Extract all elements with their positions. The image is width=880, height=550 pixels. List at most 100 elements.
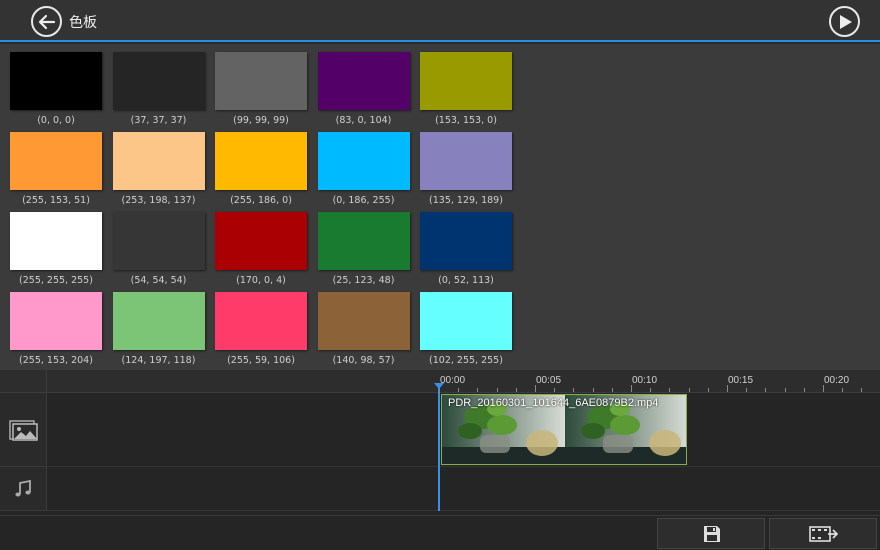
color-swatch-cell[interactable]: (135, 129, 189) (420, 132, 512, 208)
color-swatch[interactable] (215, 132, 307, 190)
video-clip[interactable]: PDR_20160301_101644_6AE0879B2.mp4 (441, 394, 687, 465)
color-swatch-cell[interactable]: (83, 0, 104) (317, 52, 410, 128)
ruler-tick (554, 388, 556, 392)
color-swatch-label: (140, 98, 57) (332, 355, 395, 366)
color-swatch-label: (0, 0, 0) (37, 115, 75, 126)
color-swatch[interactable] (317, 132, 410, 190)
ruler-tick (535, 385, 536, 392)
image-video-track-icon (9, 420, 38, 441)
color-swatch-label: (124, 197, 118) (121, 355, 196, 366)
color-swatch[interactable] (317, 292, 410, 350)
save-button[interactable] (657, 518, 765, 549)
color-swatch[interactable] (112, 132, 205, 190)
color-swatch-label: (170, 0, 4) (236, 275, 286, 286)
timeline: 00:00 00:05 00:10 00:15 00:20 PDR_201603… (0, 370, 880, 515)
back-button[interactable] (31, 6, 62, 37)
color-swatch-cell[interactable]: (140, 98, 57) (317, 292, 410, 368)
color-swatch-cell[interactable]: (0, 186, 255) (317, 132, 410, 208)
ruler-tick (650, 388, 652, 392)
audio-track-header (0, 467, 47, 511)
save-icon (704, 526, 720, 542)
color-swatch-cell[interactable]: (25, 123, 48) (317, 212, 410, 288)
color-swatch-label: (255, 153, 51) (22, 195, 90, 206)
color-swatch[interactable] (420, 212, 512, 270)
tick-label: 00:20 (824, 375, 850, 386)
ruler-tick (496, 388, 498, 392)
color-swatch-label: (0, 52, 113) (438, 275, 494, 286)
video-track-header (0, 393, 47, 467)
export-button[interactable] (769, 518, 877, 549)
color-swatch-label: (255, 153, 204) (19, 355, 93, 366)
ruler-tick (823, 385, 824, 392)
export-video-icon (809, 526, 839, 542)
tick-label: 00:15 (728, 375, 754, 386)
color-swatch-cell[interactable]: (54, 54, 54) (112, 212, 205, 288)
back-arrow-icon (38, 14, 56, 30)
color-swatch-cell[interactable]: (37, 37, 37) (112, 52, 205, 128)
color-swatch[interactable] (317, 212, 410, 270)
bottom-bar (0, 515, 880, 550)
color-swatch-cell[interactable]: (124, 197, 118) (112, 292, 205, 368)
color-swatch-cell[interactable]: (153, 153, 0) (420, 52, 512, 128)
color-swatch-label: (25, 123, 48) (332, 275, 395, 286)
ruler-tick (573, 388, 575, 392)
color-palette: (0, 0, 0) (37, 37, 37) (99, 99, 99) (83, 0,… (0, 44, 880, 370)
color-swatch-label: (153, 153, 0) (435, 115, 497, 126)
color-swatch-label: (255, 186, 0) (230, 195, 292, 206)
color-swatch[interactable] (10, 212, 102, 270)
color-swatch[interactable] (420, 52, 512, 110)
color-swatch[interactable] (215, 52, 307, 110)
color-swatch-cell[interactable]: (255, 153, 51) (10, 132, 102, 208)
ruler-tick (669, 388, 671, 392)
color-swatch-cell[interactable]: (255, 153, 204) (10, 292, 102, 368)
color-swatch[interactable] (10, 52, 102, 110)
color-swatch[interactable] (10, 292, 102, 350)
color-swatch-label: (83, 0, 104) (335, 115, 392, 126)
tick-label: 00:10 (632, 375, 658, 386)
ruler-tick (458, 388, 460, 392)
tick-label: 00:05 (536, 375, 562, 386)
color-swatch[interactable] (215, 212, 307, 270)
color-swatch[interactable] (10, 132, 102, 190)
color-swatch[interactable] (420, 132, 512, 190)
color-swatch-cell[interactable]: (255, 186, 0) (215, 132, 307, 208)
color-swatch[interactable] (215, 292, 307, 350)
color-swatch-cell[interactable]: (255, 255, 255) (10, 212, 102, 288)
color-swatch-label: (102, 255, 255) (429, 355, 503, 366)
ruler-tick (861, 388, 863, 392)
color-swatch-cell[interactable]: (170, 0, 4) (215, 212, 307, 288)
ruler-tick (784, 388, 786, 392)
ruler-tick (707, 388, 709, 392)
ruler-tick (515, 388, 517, 392)
ruler-tick (765, 388, 767, 392)
color-swatch[interactable] (420, 292, 512, 350)
ruler-corner (0, 370, 47, 393)
color-swatch[interactable] (112, 212, 205, 270)
page-title: 色板 (69, 15, 97, 31)
color-swatch-label: (54, 54, 54) (130, 275, 187, 286)
audio-track[interactable] (47, 467, 880, 511)
color-swatch-label: (37, 37, 37) (130, 115, 187, 126)
color-swatch[interactable] (112, 52, 205, 110)
color-swatch[interactable] (317, 52, 410, 110)
color-swatch-cell[interactable]: (0, 52, 113) (420, 212, 512, 288)
time-ruler[interactable]: 00:00 00:05 00:10 00:15 00:20 (47, 370, 880, 393)
play-icon (840, 15, 852, 29)
color-swatch-label: (255, 255, 255) (19, 275, 93, 286)
color-swatch-label: (253, 198, 137) (121, 195, 196, 206)
play-button[interactable] (829, 6, 860, 37)
playhead[interactable] (438, 384, 440, 511)
ruler-tick (727, 385, 728, 392)
color-swatch-cell[interactable]: (253, 198, 137) (112, 132, 205, 208)
color-swatch-cell[interactable]: (255, 59, 106) (215, 292, 307, 368)
color-swatch-label: (255, 59, 106) (227, 355, 295, 366)
color-swatch-cell[interactable]: (99, 99, 99) (215, 52, 307, 128)
color-swatch-cell[interactable]: (102, 255, 255) (420, 292, 512, 368)
color-swatch[interactable] (112, 292, 205, 350)
color-swatch-cell[interactable]: (0, 0, 0) (10, 52, 102, 128)
color-swatch-label: (99, 99, 99) (233, 115, 289, 126)
color-swatch-label: (135, 129, 189) (429, 195, 503, 206)
ruler-tick (611, 388, 613, 392)
ruler-tick (803, 388, 805, 392)
top-bar: 色板 (0, 0, 880, 42)
